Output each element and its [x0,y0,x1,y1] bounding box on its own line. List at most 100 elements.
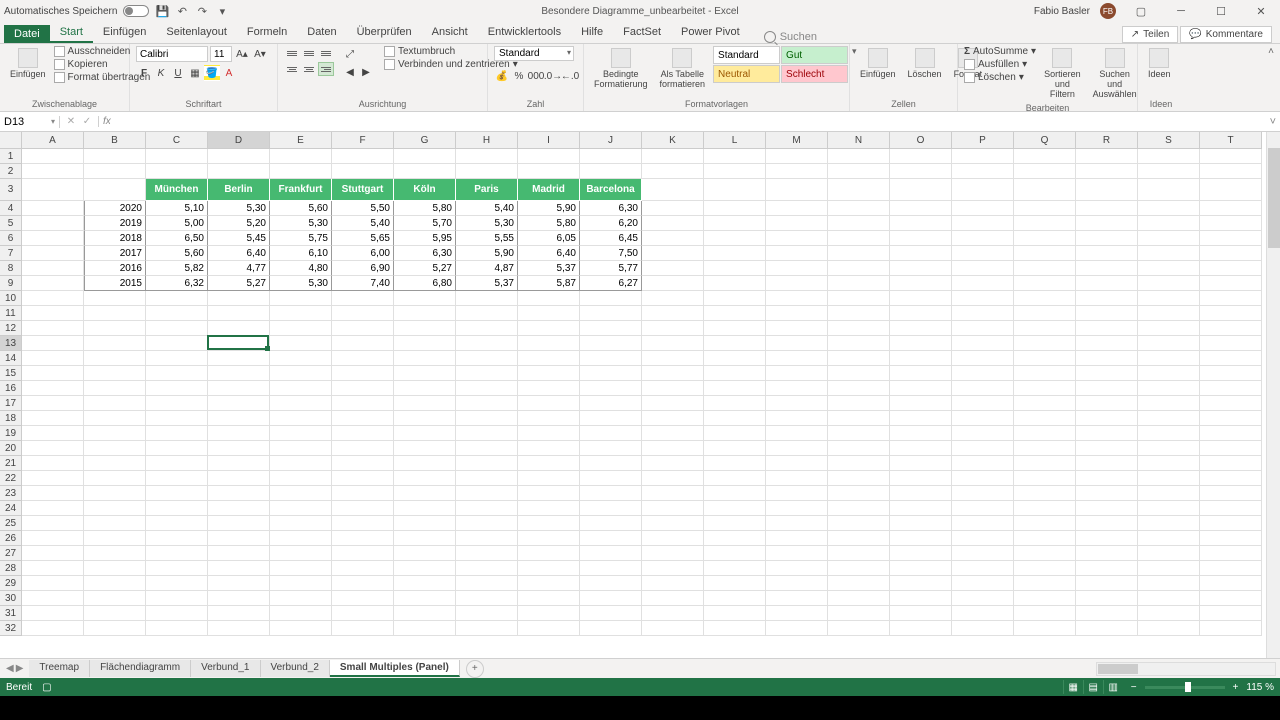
cell[interactable] [1138,216,1200,231]
fill-color-button[interactable]: 🪣 [204,65,220,81]
cell[interactable] [84,576,146,591]
cell[interactable] [1014,546,1076,561]
cell[interactable] [1076,336,1138,351]
cell[interactable] [208,149,270,164]
cell[interactable] [208,516,270,531]
comma-format-button[interactable]: 000 [528,68,544,84]
cell[interactable] [394,411,456,426]
column-header[interactable]: I [518,132,580,149]
row-header[interactable]: 16 [0,381,22,396]
cell[interactable] [828,531,890,546]
cell[interactable] [890,366,952,381]
cell[interactable] [332,606,394,621]
cell[interactable] [1138,621,1200,636]
cell[interactable] [1076,216,1138,231]
cell[interactable]: 5,30 [456,216,518,231]
cell[interactable] [394,164,456,179]
cell[interactable]: 5,30 [270,216,332,231]
cell[interactable] [1014,366,1076,381]
cell[interactable] [1138,164,1200,179]
tab-power pivot[interactable]: Power Pivot [671,23,750,43]
cell[interactable] [1138,396,1200,411]
cell[interactable] [518,441,580,456]
cell[interactable] [828,456,890,471]
cell[interactable] [766,336,828,351]
cell-style-standard[interactable]: Standard [713,46,780,64]
cell[interactable] [952,546,1014,561]
cell[interactable] [828,501,890,516]
cell[interactable] [1200,381,1262,396]
cell[interactable] [766,201,828,216]
cell[interactable] [766,261,828,276]
tell-me-search[interactable]: Suchen [764,31,817,43]
cell[interactable] [890,411,952,426]
cell[interactable] [456,456,518,471]
cell[interactable] [518,149,580,164]
cell[interactable] [828,441,890,456]
cell[interactable] [1138,486,1200,501]
macro-record-icon[interactable]: ▢ [42,682,51,693]
cell[interactable]: 2019 [84,216,146,231]
cell[interactable] [704,216,766,231]
cell[interactable] [394,336,456,351]
cell[interactable] [704,179,766,201]
cell[interactable] [704,531,766,546]
cell[interactable] [208,546,270,561]
cell[interactable] [890,546,952,561]
cell[interactable]: 6,45 [580,231,642,246]
cell[interactable] [270,351,332,366]
cell[interactable] [890,531,952,546]
cell[interactable] [642,149,704,164]
cell[interactable] [84,306,146,321]
cell[interactable] [1014,411,1076,426]
number-format-select[interactable]: Standard [494,46,574,61]
sort-filter-button[interactable]: Sortieren und Filtern [1040,46,1085,102]
cell[interactable] [84,486,146,501]
column-header[interactable]: K [642,132,704,149]
cell[interactable] [828,396,890,411]
row-header[interactable]: 3 [0,179,22,201]
cell[interactable] [1076,164,1138,179]
cell[interactable] [332,516,394,531]
cell[interactable]: Köln [394,179,456,201]
column-header[interactable]: C [146,132,208,149]
cell[interactable] [828,201,890,216]
cell[interactable]: 6,50 [146,231,208,246]
cell[interactable] [766,576,828,591]
cell[interactable] [270,149,332,164]
cell[interactable] [332,164,394,179]
cell[interactable] [208,306,270,321]
cell[interactable] [84,546,146,561]
cell[interactable] [518,456,580,471]
row-header[interactable]: 19 [0,426,22,441]
row-header[interactable]: 18 [0,411,22,426]
cell[interactable] [704,516,766,531]
cell[interactable] [952,471,1014,486]
tab-file[interactable]: Datei [4,25,50,43]
cell[interactable]: 5,00 [146,216,208,231]
cell[interactable] [952,291,1014,306]
cell[interactable] [208,486,270,501]
cell[interactable] [456,546,518,561]
cell[interactable] [146,396,208,411]
cell[interactable] [394,291,456,306]
cell[interactable] [1138,456,1200,471]
cell[interactable] [1138,291,1200,306]
cell[interactable] [270,411,332,426]
cell[interactable] [22,456,84,471]
cell[interactable] [890,591,952,606]
cell[interactable] [1014,591,1076,606]
cell[interactable] [766,546,828,561]
cell[interactable] [766,456,828,471]
cell[interactable] [828,291,890,306]
cell[interactable] [1138,306,1200,321]
cell[interactable]: 5,40 [456,201,518,216]
save-icon[interactable]: 💾 [155,4,169,18]
cell[interactable] [456,606,518,621]
tab-hilfe[interactable]: Hilfe [571,23,613,43]
comments-button[interactable]: 💬Kommentare [1180,26,1272,43]
cell[interactable] [952,381,1014,396]
cell[interactable] [456,411,518,426]
cell[interactable] [580,576,642,591]
cell[interactable] [704,381,766,396]
